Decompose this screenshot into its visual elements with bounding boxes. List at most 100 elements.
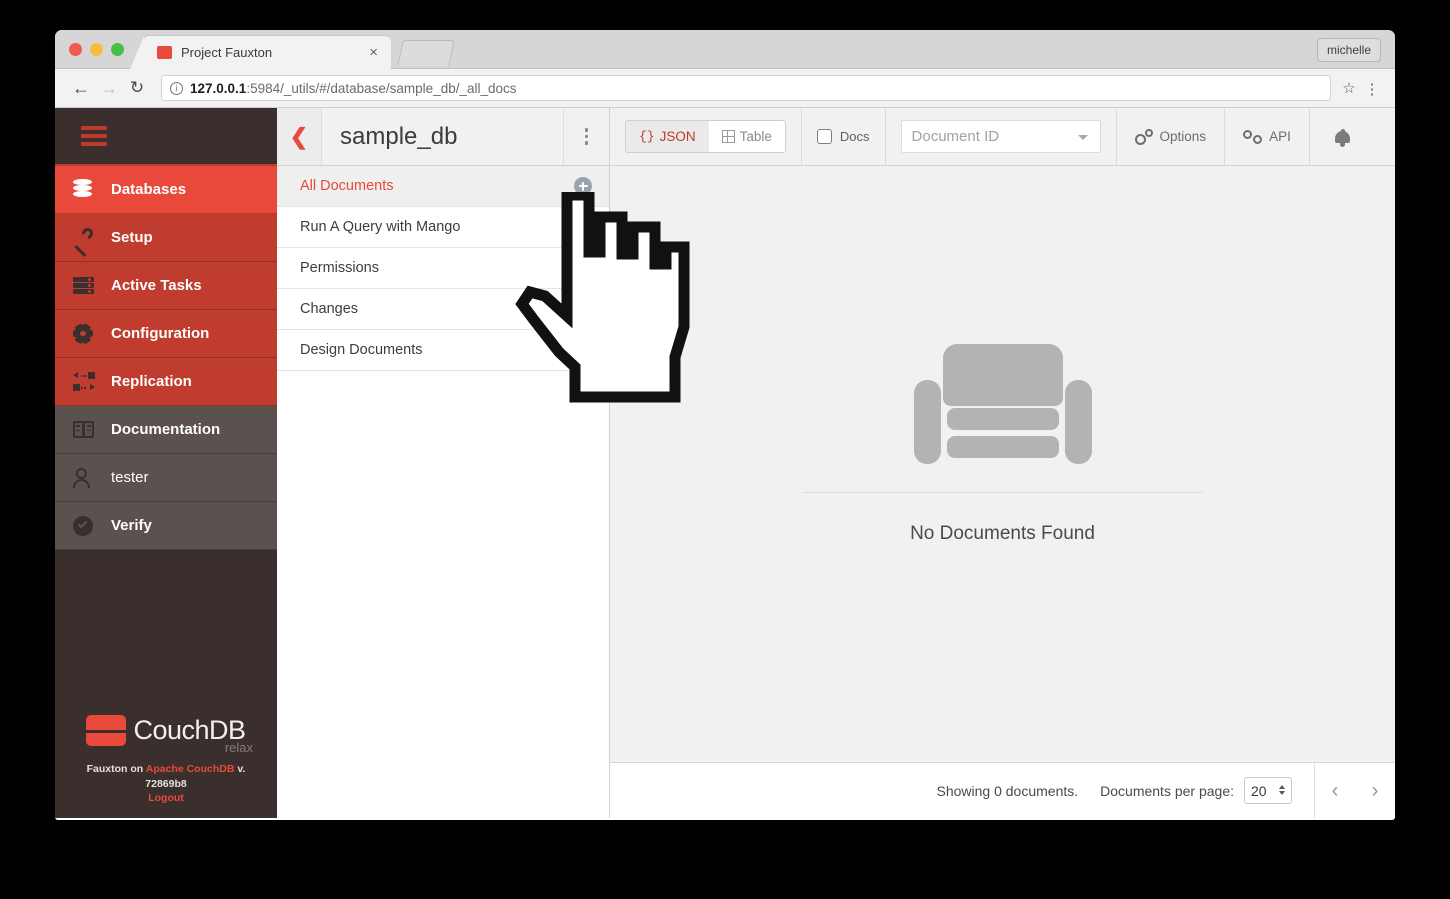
sidebar-footer: CouchDB relax Fauxton on Apache CouchDB … [55, 714, 277, 818]
tab-json[interactable]: {} JSON [626, 121, 709, 152]
api-label: API [1269, 129, 1291, 144]
sidebar-item-configuration[interactable]: Configuration [55, 310, 277, 358]
sidebar-item-label: Configuration [111, 325, 210, 342]
address-bar[interactable]: i 127.0.0.1 :5984/_utils/#/database/samp… [161, 75, 1331, 101]
pagination: ‹ › [1314, 763, 1395, 818]
document-id-placeholder: Document ID [911, 128, 1000, 145]
tab-table[interactable]: Table [708, 121, 785, 152]
browser-window: Project Fauxton × michelle ← → ↻ i 127.0… [55, 30, 1395, 820]
fauxton-app: Databases Setup Active Tasks Configurati… [55, 108, 1395, 818]
sidebar-item-label: Databases [111, 181, 187, 198]
per-page-value: 20 [1251, 782, 1267, 799]
sidebar-item-databases[interactable]: Databases [55, 166, 277, 214]
db-nav-changes[interactable]: Changes [277, 289, 609, 330]
sidebar-item-setup[interactable]: Setup [55, 214, 277, 262]
back-icon[interactable]: ← [67, 74, 95, 102]
sidebar-item-label: Verify [111, 517, 152, 534]
new-tab-button[interactable] [397, 40, 455, 66]
list-item-label: Permissions [300, 260, 379, 276]
wrench-icon [73, 225, 103, 257]
apache-couchdb-link[interactable]: Apache CouchDB [146, 763, 235, 775]
previous-page-button[interactable]: ‹ [1315, 763, 1355, 818]
empty-state: No Documents Found [802, 343, 1203, 545]
sidebar-item-active-tasks[interactable]: Active Tasks [55, 262, 277, 310]
per-page-select[interactable]: 20 [1244, 777, 1292, 804]
add-document-icon[interactable] [574, 177, 592, 195]
bell-icon [1335, 128, 1351, 147]
stepper-icon [1279, 784, 1285, 795]
link-icon [1243, 129, 1263, 144]
close-window-button[interactable] [69, 43, 82, 56]
url-host: 127.0.0.1 [190, 80, 247, 96]
reload-icon[interactable]: ↻ [123, 74, 151, 102]
db-nav-all-documents[interactable]: All Documents [277, 166, 609, 207]
json-braces-icon: {} [639, 129, 655, 144]
sidebar-item-label: Active Tasks [111, 277, 202, 294]
browser-toolbar: ← → ↻ i 127.0.0.1 :5984/_utils/#/databas… [55, 69, 1395, 108]
more-vertical-icon[interactable] [563, 108, 609, 165]
db-nav-mango-query[interactable]: Run A Query with Mango [277, 207, 609, 248]
database-panel-header: ❮ sample_db [277, 108, 609, 166]
list-item-label: Run A Query with Mango [300, 219, 461, 235]
list-item-label: Changes [300, 301, 359, 317]
checkbox-icon[interactable] [816, 129, 832, 144]
list-item-label: Design Documents [300, 342, 423, 358]
next-page-button[interactable]: › [1355, 763, 1395, 818]
list-item-label: All Documents [300, 178, 394, 194]
browser-tab[interactable]: Project Fauxton × [130, 36, 391, 69]
book-icon [73, 421, 103, 438]
docs-checkbox-label: Docs [839, 129, 870, 144]
api-button[interactable]: API [1225, 108, 1310, 165]
main-content: {} JSON Table Docs Document ID Options A… [610, 108, 1395, 818]
db-nav-design-documents[interactable]: Design Documents [277, 330, 609, 371]
sidebar-item-documentation[interactable]: Documentation [55, 406, 277, 454]
sidebar-item-label: tester [111, 469, 149, 486]
bookmark-star-icon[interactable]: ☆ [1337, 79, 1361, 97]
view-mode-toggle: {} JSON Table [625, 120, 786, 153]
docs-checkbox[interactable]: Docs [816, 129, 870, 144]
sidebar-item-verify[interactable]: Verify [55, 502, 277, 550]
view-mode-group: {} JSON Table [610, 108, 802, 165]
sidebar-item-replication[interactable]: Replication [55, 358, 277, 406]
couch-illustration-icon [913, 343, 1092, 464]
replication-icon [73, 372, 103, 391]
check-circle-icon [73, 515, 103, 536]
sidebar-item-label: Setup [111, 229, 153, 246]
showing-count: Showing 0 documents. [936, 782, 1079, 799]
window-controls [69, 43, 124, 56]
document-id-group: Document ID [886, 108, 1117, 165]
sidebar-item-tester[interactable]: tester [55, 454, 277, 502]
gears-icon [1134, 128, 1153, 145]
notifications-button[interactable] [1310, 108, 1376, 165]
minimize-window-button[interactable] [90, 43, 103, 56]
menu-icon[interactable] [81, 126, 107, 146]
forward-icon[interactable]: → [95, 74, 123, 102]
empty-state-message: No Documents Found [910, 522, 1095, 544]
options-button[interactable]: Options [1117, 108, 1226, 165]
documents-footer: Showing 0 documents. Documents per page:… [610, 762, 1395, 818]
info-icon[interactable]: i [170, 81, 183, 95]
version-prefix: Fauxton on [86, 762, 146, 775]
maximize-window-button[interactable] [111, 43, 124, 56]
docs-filter-group: Docs [802, 108, 886, 165]
sidebar-item-label: Documentation [111, 421, 221, 438]
content-toolbar: {} JSON Table Docs Document ID Options A… [610, 108, 1395, 166]
sidebar-item-label: Replication [111, 373, 192, 390]
document-id-select[interactable]: Document ID [900, 120, 1101, 153]
table-grid-icon [721, 130, 735, 143]
main-sidebar: Databases Setup Active Tasks Configurati… [55, 108, 277, 818]
user-icon [73, 467, 103, 488]
database-panel: ❮ sample_db All Documents Run A Query wi… [277, 108, 610, 818]
close-tab-icon[interactable]: × [366, 45, 381, 60]
profile-chip[interactable]: michelle [1316, 38, 1381, 62]
browser-menu-icon[interactable]: ⋮ [1361, 82, 1383, 97]
chevron-left-icon[interactable]: ❮ [277, 108, 322, 165]
chevron-down-icon [1077, 134, 1088, 140]
db-nav-permissions[interactable]: Permissions [277, 248, 609, 289]
sidebar-header [55, 108, 277, 166]
gear-icon [73, 322, 103, 345]
tab-json-label: JSON [659, 129, 696, 144]
options-label: Options [1159, 129, 1207, 144]
logout-link[interactable]: Logout [65, 792, 267, 804]
